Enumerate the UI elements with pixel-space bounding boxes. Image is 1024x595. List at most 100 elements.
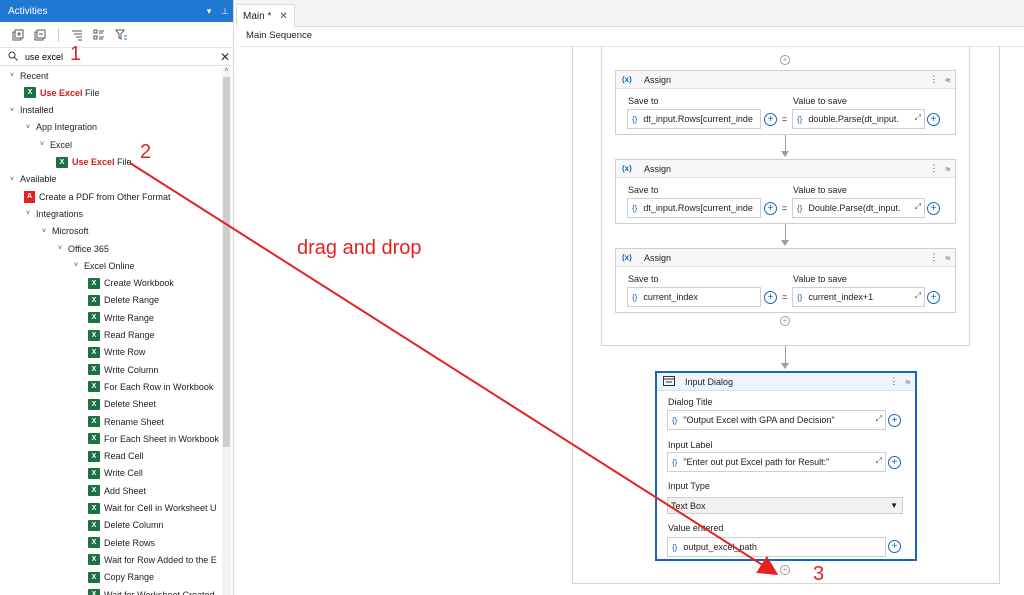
tab-main[interactable]: Main * ✕ — [236, 4, 295, 27]
dialog-title-field[interactable]: {} "Output Excel with GPA and Decision" … — [667, 410, 886, 430]
assign-header[interactable]: (x) Assign ⋮ ≈ — [616, 71, 955, 89]
add-plus-icon[interactable]: + — [888, 540, 901, 553]
expand-editor-icon[interactable]: ⤢ — [915, 113, 921, 123]
value-entered-field[interactable]: {} output_excel_path — [667, 537, 886, 557]
chevron-down-icon[interactable]: ˅ — [58, 245, 68, 252]
chevron-down-icon[interactable]: ˅ — [10, 72, 20, 79]
add-plus-icon[interactable]: + — [764, 113, 777, 126]
tree-item[interactable]: X Wait for Worksheet Created — [88, 586, 215, 595]
tree-item[interactable]: X Write Range — [88, 309, 154, 326]
add-plus-icon[interactable]: + — [888, 456, 901, 469]
collapse-icon[interactable]: ≈ — [901, 377, 915, 387]
tree-item[interactable]: X Read Cell — [88, 448, 144, 465]
excel-icon: X — [88, 537, 100, 549]
collapse-icon[interactable]: ≈ — [941, 253, 955, 263]
collapse-icon[interactable]: ≈ — [941, 75, 955, 85]
tree-item[interactable]: X Copy Range — [88, 569, 154, 586]
filter-icon[interactable] — [113, 27, 129, 43]
add-activity-icon[interactable]: + — [780, 55, 790, 65]
scroll-up-icon[interactable]: ˄ — [222, 67, 231, 74]
add-plus-icon[interactable]: + — [927, 202, 940, 215]
expand-editor-icon[interactable]: ⤢ — [876, 414, 882, 424]
tree-item[interactable]: X Write Cell — [88, 465, 143, 482]
breadcrumb[interactable]: Main Sequence — [246, 30, 312, 41]
expand-editor-icon[interactable]: ⤢ — [915, 291, 921, 301]
more-options-icon[interactable]: ⋮ — [887, 376, 901, 387]
chevron-down-icon[interactable]: ▼ — [890, 501, 898, 510]
excel-icon: X — [88, 571, 100, 583]
add-plus-icon[interactable]: + — [927, 291, 940, 304]
activities-scrollbar[interactable]: ˄ — [222, 67, 231, 595]
tree-item[interactable]: X Use Excel File — [56, 154, 132, 171]
collapse-all-icon[interactable] — [32, 27, 48, 43]
tree-item[interactable]: ˅ Installed — [10, 102, 54, 119]
add-plus-icon[interactable]: + — [764, 291, 777, 304]
tree-item[interactable]: X Wait for Cell in Worksheet U — [88, 500, 217, 517]
expand-editor-icon[interactable]: ⤢ — [915, 202, 921, 212]
tree-item-label: Write Column — [104, 364, 159, 375]
search-input[interactable] — [22, 51, 217, 62]
tree-item[interactable]: X Delete Sheet — [88, 396, 156, 413]
dropdown-icon[interactable]: ▾ — [201, 6, 217, 17]
tree-item[interactable]: X Read Range — [88, 327, 155, 344]
list-view-icon[interactable] — [91, 27, 107, 43]
add-activity-icon[interactable]: + — [780, 565, 790, 575]
tree-item[interactable]: X Delete Rows — [88, 534, 155, 551]
pin-icon[interactable]: ⊥ — [217, 6, 233, 17]
scrollbar-thumb[interactable] — [223, 77, 230, 447]
tree-item[interactable]: X Delete Column — [88, 517, 164, 534]
save-to-field[interactable]: {} dt_input.Rows[current_inde — [627, 109, 761, 129]
value-to-save-field[interactable]: {} Double.Parse(dt_input. ⤢ — [792, 198, 925, 218]
tree-item[interactable]: ˅ Excel Online — [74, 257, 135, 274]
add-plus-icon[interactable]: + — [888, 414, 901, 427]
tree-item[interactable]: X Rename Sheet — [88, 413, 164, 430]
equals-sign: = — [782, 292, 788, 302]
tree-item[interactable]: ˅ Office 365 — [58, 240, 109, 257]
collapse-icon[interactable]: ≈ — [941, 164, 955, 174]
tree-item[interactable]: X Add Sheet — [88, 482, 146, 499]
tree-item[interactable]: X Use Excel File — [24, 84, 100, 101]
chevron-down-icon[interactable]: ˅ — [10, 176, 20, 183]
chevron-down-icon[interactable]: ˅ — [26, 124, 36, 131]
chevron-down-icon[interactable]: ˅ — [42, 228, 52, 235]
clear-search-icon[interactable]: ✕ — [217, 50, 233, 64]
tree-item[interactable]: ˅ Microsoft — [42, 223, 89, 240]
tree-item[interactable]: ˅ Excel — [40, 136, 72, 153]
tree-item[interactable]: X For Each Sheet in Workbook — [88, 430, 219, 447]
expand-all-icon[interactable] — [10, 27, 26, 43]
assign-header[interactable]: (x) Assign ⋮ ≈ — [616, 249, 955, 267]
tree-item-label: Wait for Row Added to the E — [104, 554, 217, 565]
add-activity-icon[interactable]: + — [780, 316, 790, 326]
add-plus-icon[interactable]: + — [927, 113, 940, 126]
chevron-down-icon[interactable]: ˅ — [40, 141, 50, 148]
close-icon[interactable]: ✕ — [279, 11, 287, 22]
save-to-field[interactable]: {} dt_input.Rows[current_inde — [627, 198, 761, 218]
more-options-icon[interactable]: ⋮ — [927, 163, 941, 174]
chevron-down-icon[interactable]: ˅ — [74, 262, 84, 269]
tree-item[interactable]: X Delete Range — [88, 292, 159, 309]
tree-item[interactable]: ˅ Available — [10, 171, 56, 188]
tree-item[interactable]: X For Each Row in Workbook — [88, 378, 213, 395]
tree-item[interactable]: X Wait for Row Added to the E — [88, 551, 217, 568]
tree-item[interactable]: X Write Row — [88, 344, 145, 361]
add-plus-icon[interactable]: + — [764, 202, 777, 215]
chevron-down-icon[interactable]: ˅ — [26, 210, 36, 217]
tree-item[interactable]: A Create a PDF from Other Format — [24, 188, 171, 205]
input-dialog-header[interactable]: Input Dialog ⋮ ≈ — [657, 373, 915, 391]
more-options-icon[interactable]: ⋮ — [927, 74, 941, 85]
more-options-icon[interactable]: ⋮ — [927, 252, 941, 263]
value-to-save-field[interactable]: {} current_index+1 ⤢ — [792, 287, 925, 307]
save-to-field[interactable]: {} current_index — [627, 287, 761, 307]
chevron-down-icon[interactable]: ˅ — [10, 107, 20, 114]
value-to-save-field[interactable]: {} double.Parse(dt_input. ⤢ — [792, 109, 925, 129]
tree-item[interactable]: X Write Column — [88, 361, 158, 378]
input-type-select[interactable]: Text Box ▼ — [667, 497, 903, 514]
tree-item[interactable]: ˅ Integrations — [26, 205, 83, 222]
input-label-field[interactable]: {} "Enter out put Excel path for Result:… — [667, 452, 886, 472]
sort-icon[interactable] — [69, 27, 85, 43]
tree-item[interactable]: X Create Workbook — [88, 275, 174, 292]
tree-item[interactable]: ˅ Recent — [10, 67, 49, 84]
tree-item[interactable]: ˅ App Integration — [26, 119, 97, 136]
assign-header[interactable]: (x) Assign ⋮ ≈ — [616, 160, 955, 178]
expand-editor-icon[interactable]: ⤢ — [876, 456, 882, 466]
